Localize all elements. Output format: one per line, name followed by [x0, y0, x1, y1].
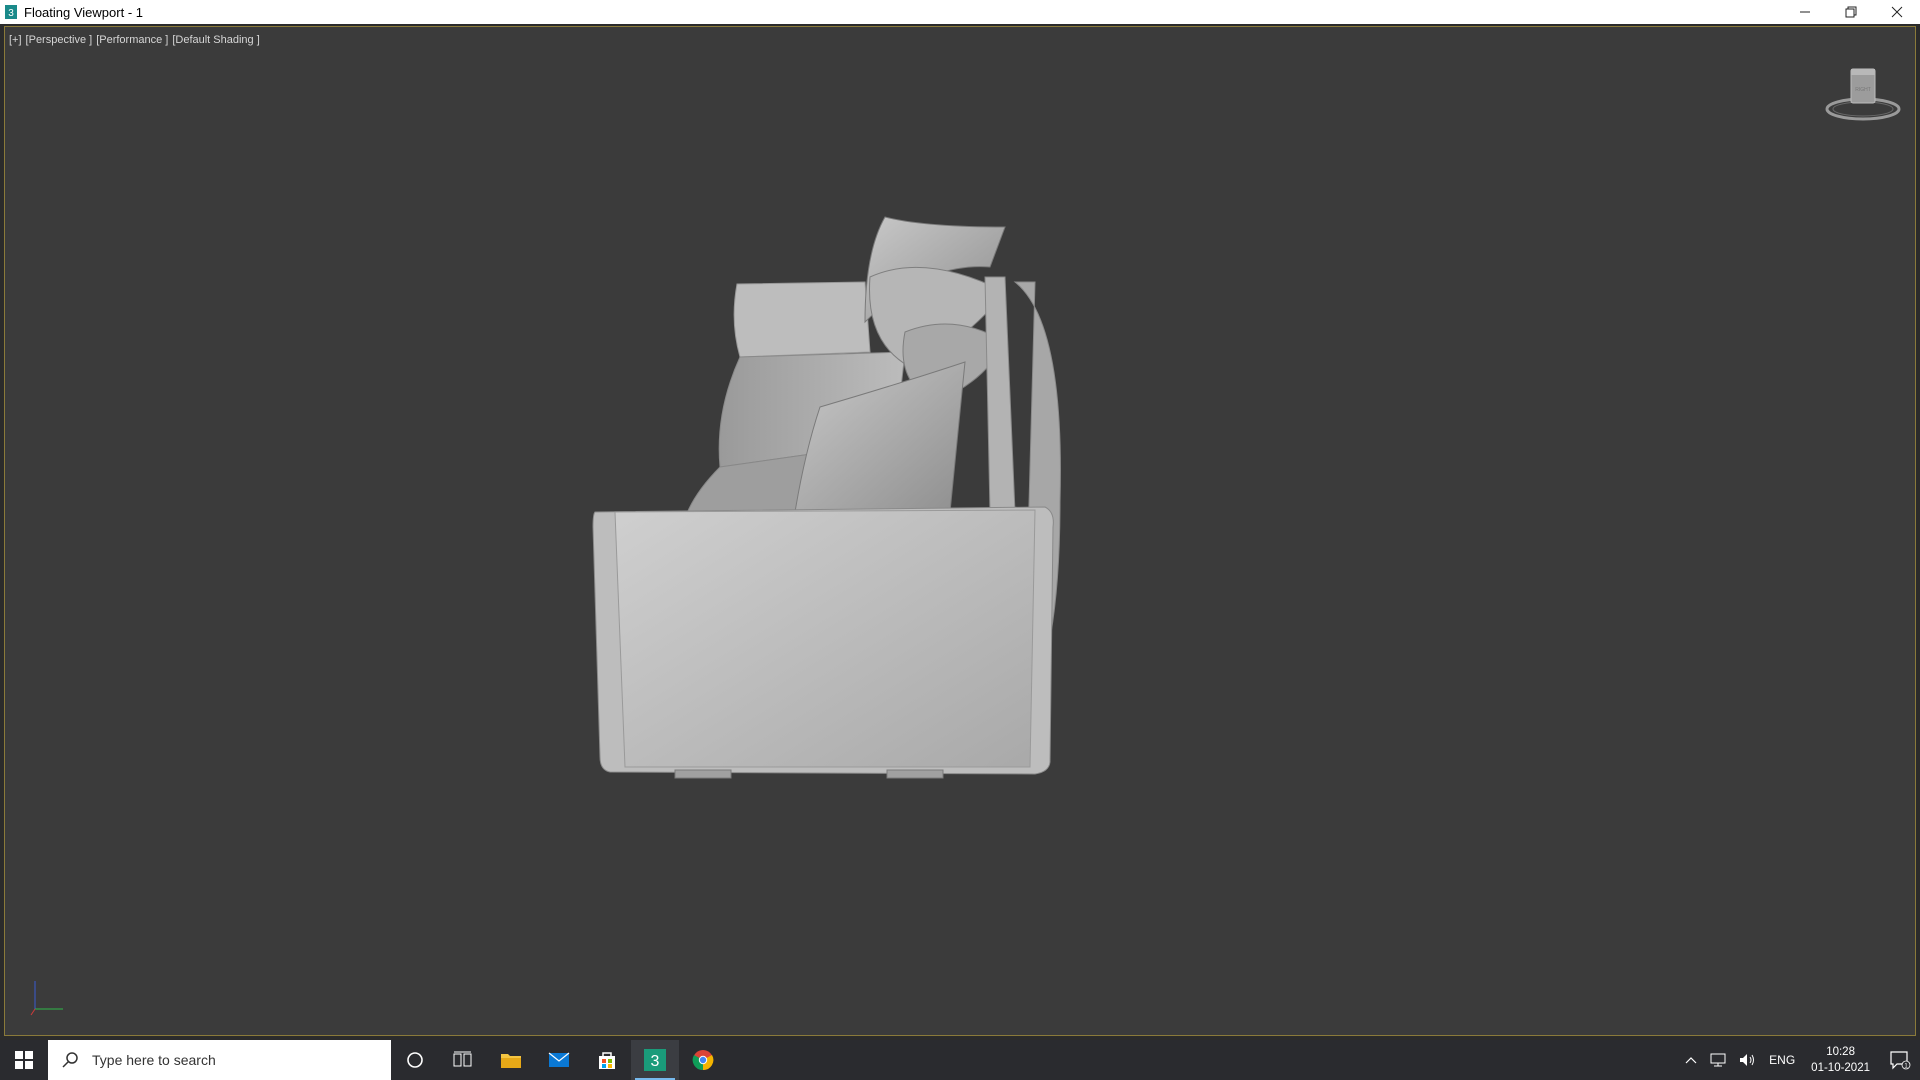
system-tray: ENG 10:28 01-10-2021 1: [1679, 1040, 1920, 1080]
clock-time: 10:28: [1826, 1046, 1855, 1058]
network-button[interactable]: [1703, 1040, 1733, 1080]
window-title: Floating Viewport - 1: [24, 4, 143, 20]
axis-tripod-icon: [27, 977, 67, 1017]
action-center-button[interactable]: 1: [1880, 1040, 1920, 1080]
volume-button[interactable]: [1733, 1040, 1763, 1080]
volume-icon: [1740, 1054, 1755, 1066]
task-view-icon: [453, 1051, 472, 1067]
chrome-button[interactable]: [679, 1040, 727, 1080]
language-indicator[interactable]: ENG: [1763, 1040, 1801, 1080]
floating-viewport[interactable]: [+] [Perspective ] [Performance ] [Defau…: [4, 26, 1916, 1036]
svg-text:3: 3: [8, 8, 14, 19]
restore-button[interactable]: [1828, 0, 1874, 24]
sofa-3d-model[interactable]: [565, 182, 1105, 802]
mail-icon: [548, 1052, 570, 1067]
chevron-up-icon: [1685, 1057, 1697, 1064]
viewcube-face-label: RIGHT: [1855, 87, 1871, 93]
viewport-labels: [+] [Perspective ] [Performance ] [Defau…: [9, 34, 260, 46]
viewcube[interactable]: RIGHT: [1823, 63, 1903, 123]
show-hidden-icons-button[interactable]: [1679, 1040, 1703, 1080]
windows-logo-icon: [15, 1051, 33, 1069]
start-button[interactable]: [0, 1040, 48, 1080]
mail-button[interactable]: [535, 1040, 583, 1080]
store-icon: [599, 1052, 615, 1069]
viewport-menu-perspective[interactable]: [Perspective ]: [26, 34, 93, 46]
chrome-icon: [692, 1050, 714, 1071]
viewport-menu-shading[interactable]: [Default Shading ]: [172, 34, 259, 46]
network-icon: [1710, 1053, 1726, 1067]
search-icon: [62, 1051, 82, 1069]
file-explorer-icon: [501, 1054, 521, 1068]
3ds-max-icon: 3: [644, 1049, 666, 1071]
minimize-button[interactable]: [1782, 0, 1828, 24]
title-bar: 3 Floating Viewport - 1: [0, 0, 1920, 24]
svg-text:3: 3: [651, 1053, 660, 1070]
task-view-button[interactable]: [439, 1040, 487, 1080]
store-button[interactable]: [583, 1040, 631, 1080]
3ds-max-app-icon: 3: [4, 4, 18, 20]
viewport-menu-plus[interactable]: [+]: [9, 34, 22, 46]
file-explorer-button[interactable]: [487, 1040, 535, 1080]
cortana-button[interactable]: [391, 1040, 439, 1080]
clock[interactable]: 10:28 01-10-2021: [1801, 1044, 1880, 1076]
clock-date: 01-10-2021: [1811, 1062, 1870, 1074]
close-button[interactable]: [1874, 0, 1920, 24]
taskbar-search-box[interactable]: Type here to search: [48, 1040, 391, 1080]
window-controls: [1782, 0, 1920, 24]
3ds-max-taskbar-button[interactable]: 3: [631, 1040, 679, 1080]
viewport-menu-performance[interactable]: [Performance ]: [96, 34, 168, 46]
taskbar: Type here to search 3 ENG 10:28 01-10-20…: [0, 1040, 1920, 1080]
notification-icon: 1: [1890, 1051, 1911, 1070]
search-placeholder: Type here to search: [92, 1052, 216, 1068]
cortana-icon: [407, 1052, 423, 1068]
